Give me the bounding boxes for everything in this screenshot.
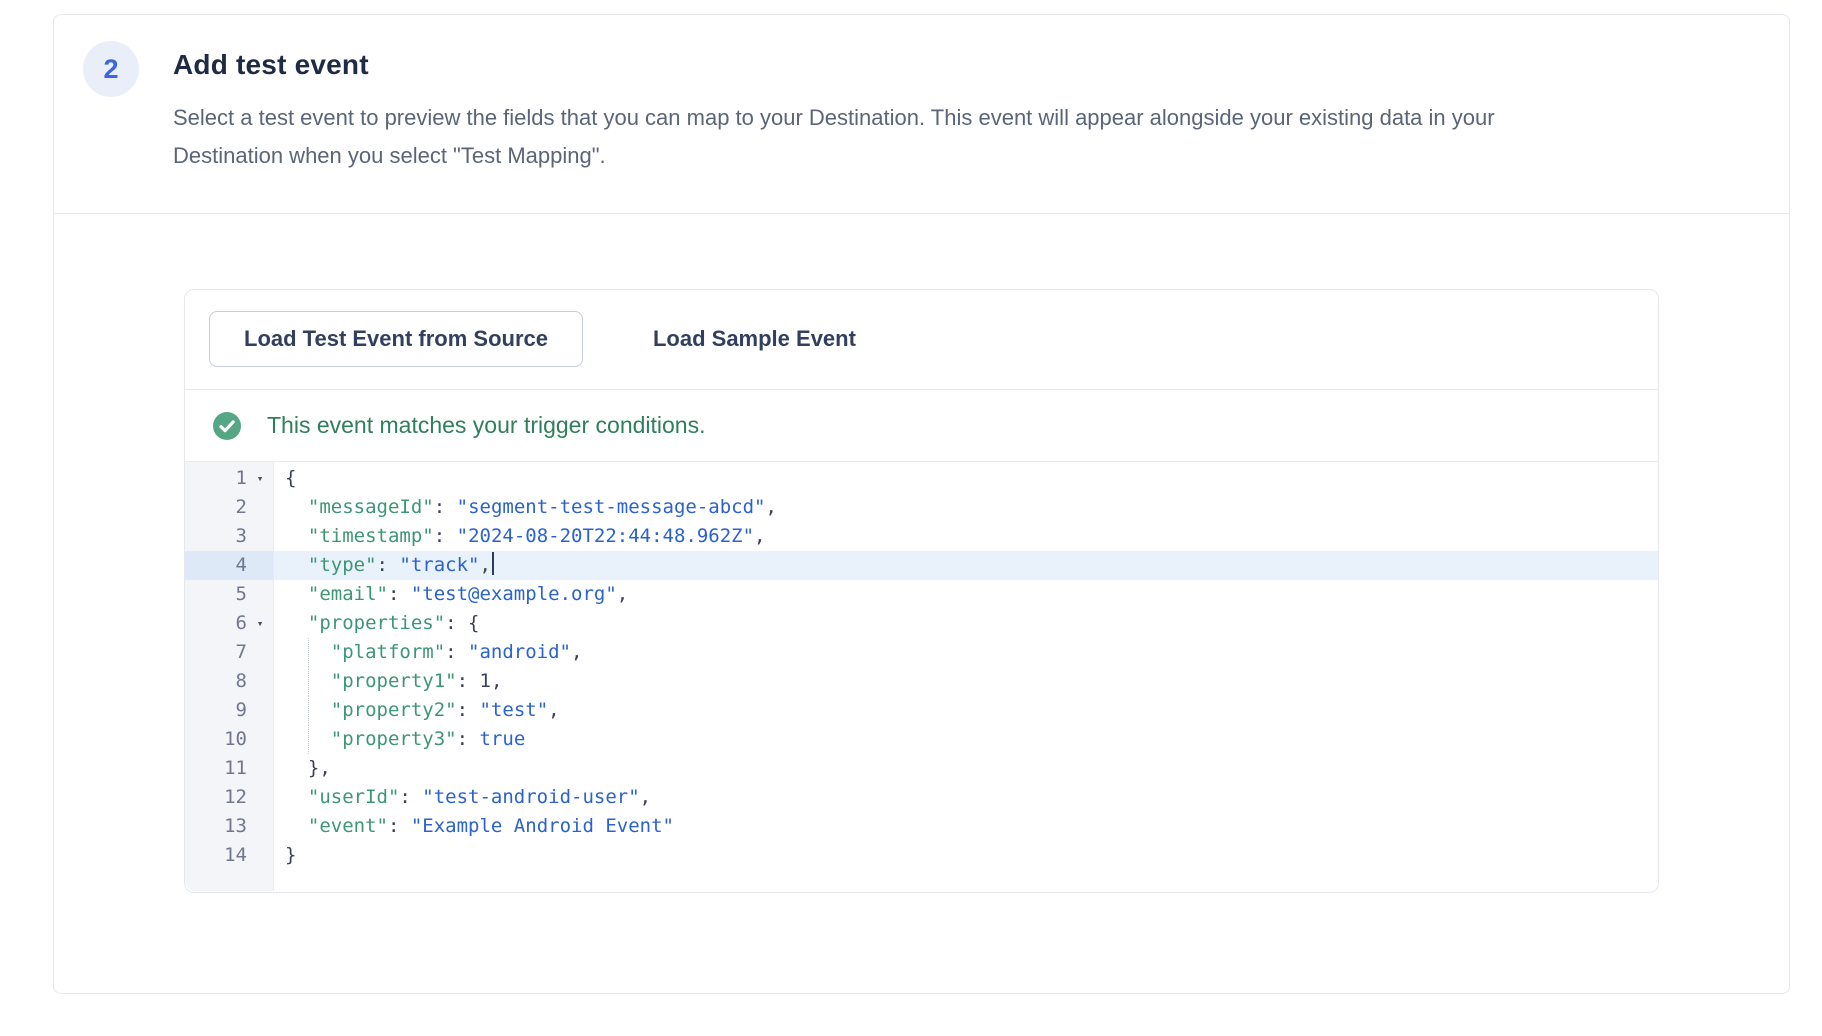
fold-spacer xyxy=(247,754,273,783)
fold-spacer xyxy=(247,551,273,580)
code-line[interactable]: "timestamp": "2024-08-20T22:44:48.962Z", xyxy=(274,522,1658,551)
code-line[interactable]: "property3": true xyxy=(274,725,1658,754)
step-header-text: Add test event Select a test event to pr… xyxy=(173,41,1495,175)
check-circle-icon xyxy=(213,412,241,440)
code-line[interactable]: "userId": "test-android-user", xyxy=(274,783,1658,812)
code-line[interactable]: "property1": 1, xyxy=(274,667,1658,696)
fold-spacer xyxy=(247,841,273,870)
code-line[interactable]: "property2": "test", xyxy=(274,696,1658,725)
code-line[interactable]: "properties": { xyxy=(274,609,1658,638)
indent-guide xyxy=(308,667,309,696)
code-line[interactable]: "type": "track", xyxy=(274,551,1658,580)
fold-arrow-icon[interactable]: ▾ xyxy=(247,609,273,638)
step-content: Load Test Event from Source Load Sample … xyxy=(54,214,1789,893)
page: 2 Add test event Select a test event to … xyxy=(0,0,1822,1036)
step-header: 2 Add test event Select a test event to … xyxy=(54,15,1789,214)
line-number: 4 xyxy=(185,551,273,580)
indent-guide xyxy=(308,638,309,667)
code-line[interactable]: }, xyxy=(274,754,1658,783)
line-number: 1▾ xyxy=(185,464,273,493)
fold-spacer xyxy=(247,725,273,754)
line-number: 13 xyxy=(185,812,273,841)
code-line[interactable]: { xyxy=(274,464,1658,493)
code-line[interactable]: "platform": "android", xyxy=(274,638,1658,667)
line-number: 6▾ xyxy=(185,609,273,638)
line-number: 7 xyxy=(185,638,273,667)
load-sample-event-button[interactable]: Load Sample Event xyxy=(643,311,866,367)
page-title: Add test event xyxy=(173,49,1495,81)
editor-code-area[interactable]: { "messageId": "segment-test-message-abc… xyxy=(274,462,1658,891)
event-actions-row: Load Test Event from Source Load Sample … xyxy=(185,290,1658,390)
line-number: 3 xyxy=(185,522,273,551)
code-line[interactable]: } xyxy=(274,841,1658,870)
json-editor[interactable]: 1▾23456▾7891011121314 { "messageId": "se… xyxy=(185,461,1658,891)
trigger-match-status: This event matches your trigger conditio… xyxy=(185,390,1658,461)
line-number: 11 xyxy=(185,754,273,783)
fold-spacer xyxy=(247,783,273,812)
line-number: 2 xyxy=(185,493,273,522)
step-description: Select a test event to preview the field… xyxy=(173,99,1495,175)
indent-guide xyxy=(308,725,309,754)
fold-spacer xyxy=(247,638,273,667)
test-event-panel: Load Test Event from Source Load Sample … xyxy=(184,289,1659,893)
status-message: This event matches your trigger conditio… xyxy=(267,412,705,439)
indent-guide xyxy=(308,696,309,725)
text-cursor xyxy=(492,552,494,575)
load-test-event-button[interactable]: Load Test Event from Source xyxy=(209,311,583,367)
step-number-badge: 2 xyxy=(83,41,139,97)
code-line[interactable]: "event": "Example Android Event" xyxy=(274,812,1658,841)
editor-gutter: 1▾23456▾7891011121314 xyxy=(185,462,274,891)
fold-spacer xyxy=(247,522,273,551)
fold-spacer xyxy=(247,812,273,841)
line-number: 9 xyxy=(185,696,273,725)
line-number: 14 xyxy=(185,841,273,870)
line-number: 10 xyxy=(185,725,273,754)
fold-spacer xyxy=(247,580,273,609)
line-number: 12 xyxy=(185,783,273,812)
fold-spacer xyxy=(247,667,273,696)
code-line[interactable]: "email": "test@example.org", xyxy=(274,580,1658,609)
line-number: 5 xyxy=(185,580,273,609)
fold-arrow-icon[interactable]: ▾ xyxy=(247,464,273,493)
fold-spacer xyxy=(247,696,273,725)
line-number: 8 xyxy=(185,667,273,696)
add-test-event-card: 2 Add test event Select a test event to … xyxy=(53,14,1790,994)
code-line[interactable]: "messageId": "segment-test-message-abcd"… xyxy=(274,493,1658,522)
fold-spacer xyxy=(247,493,273,522)
